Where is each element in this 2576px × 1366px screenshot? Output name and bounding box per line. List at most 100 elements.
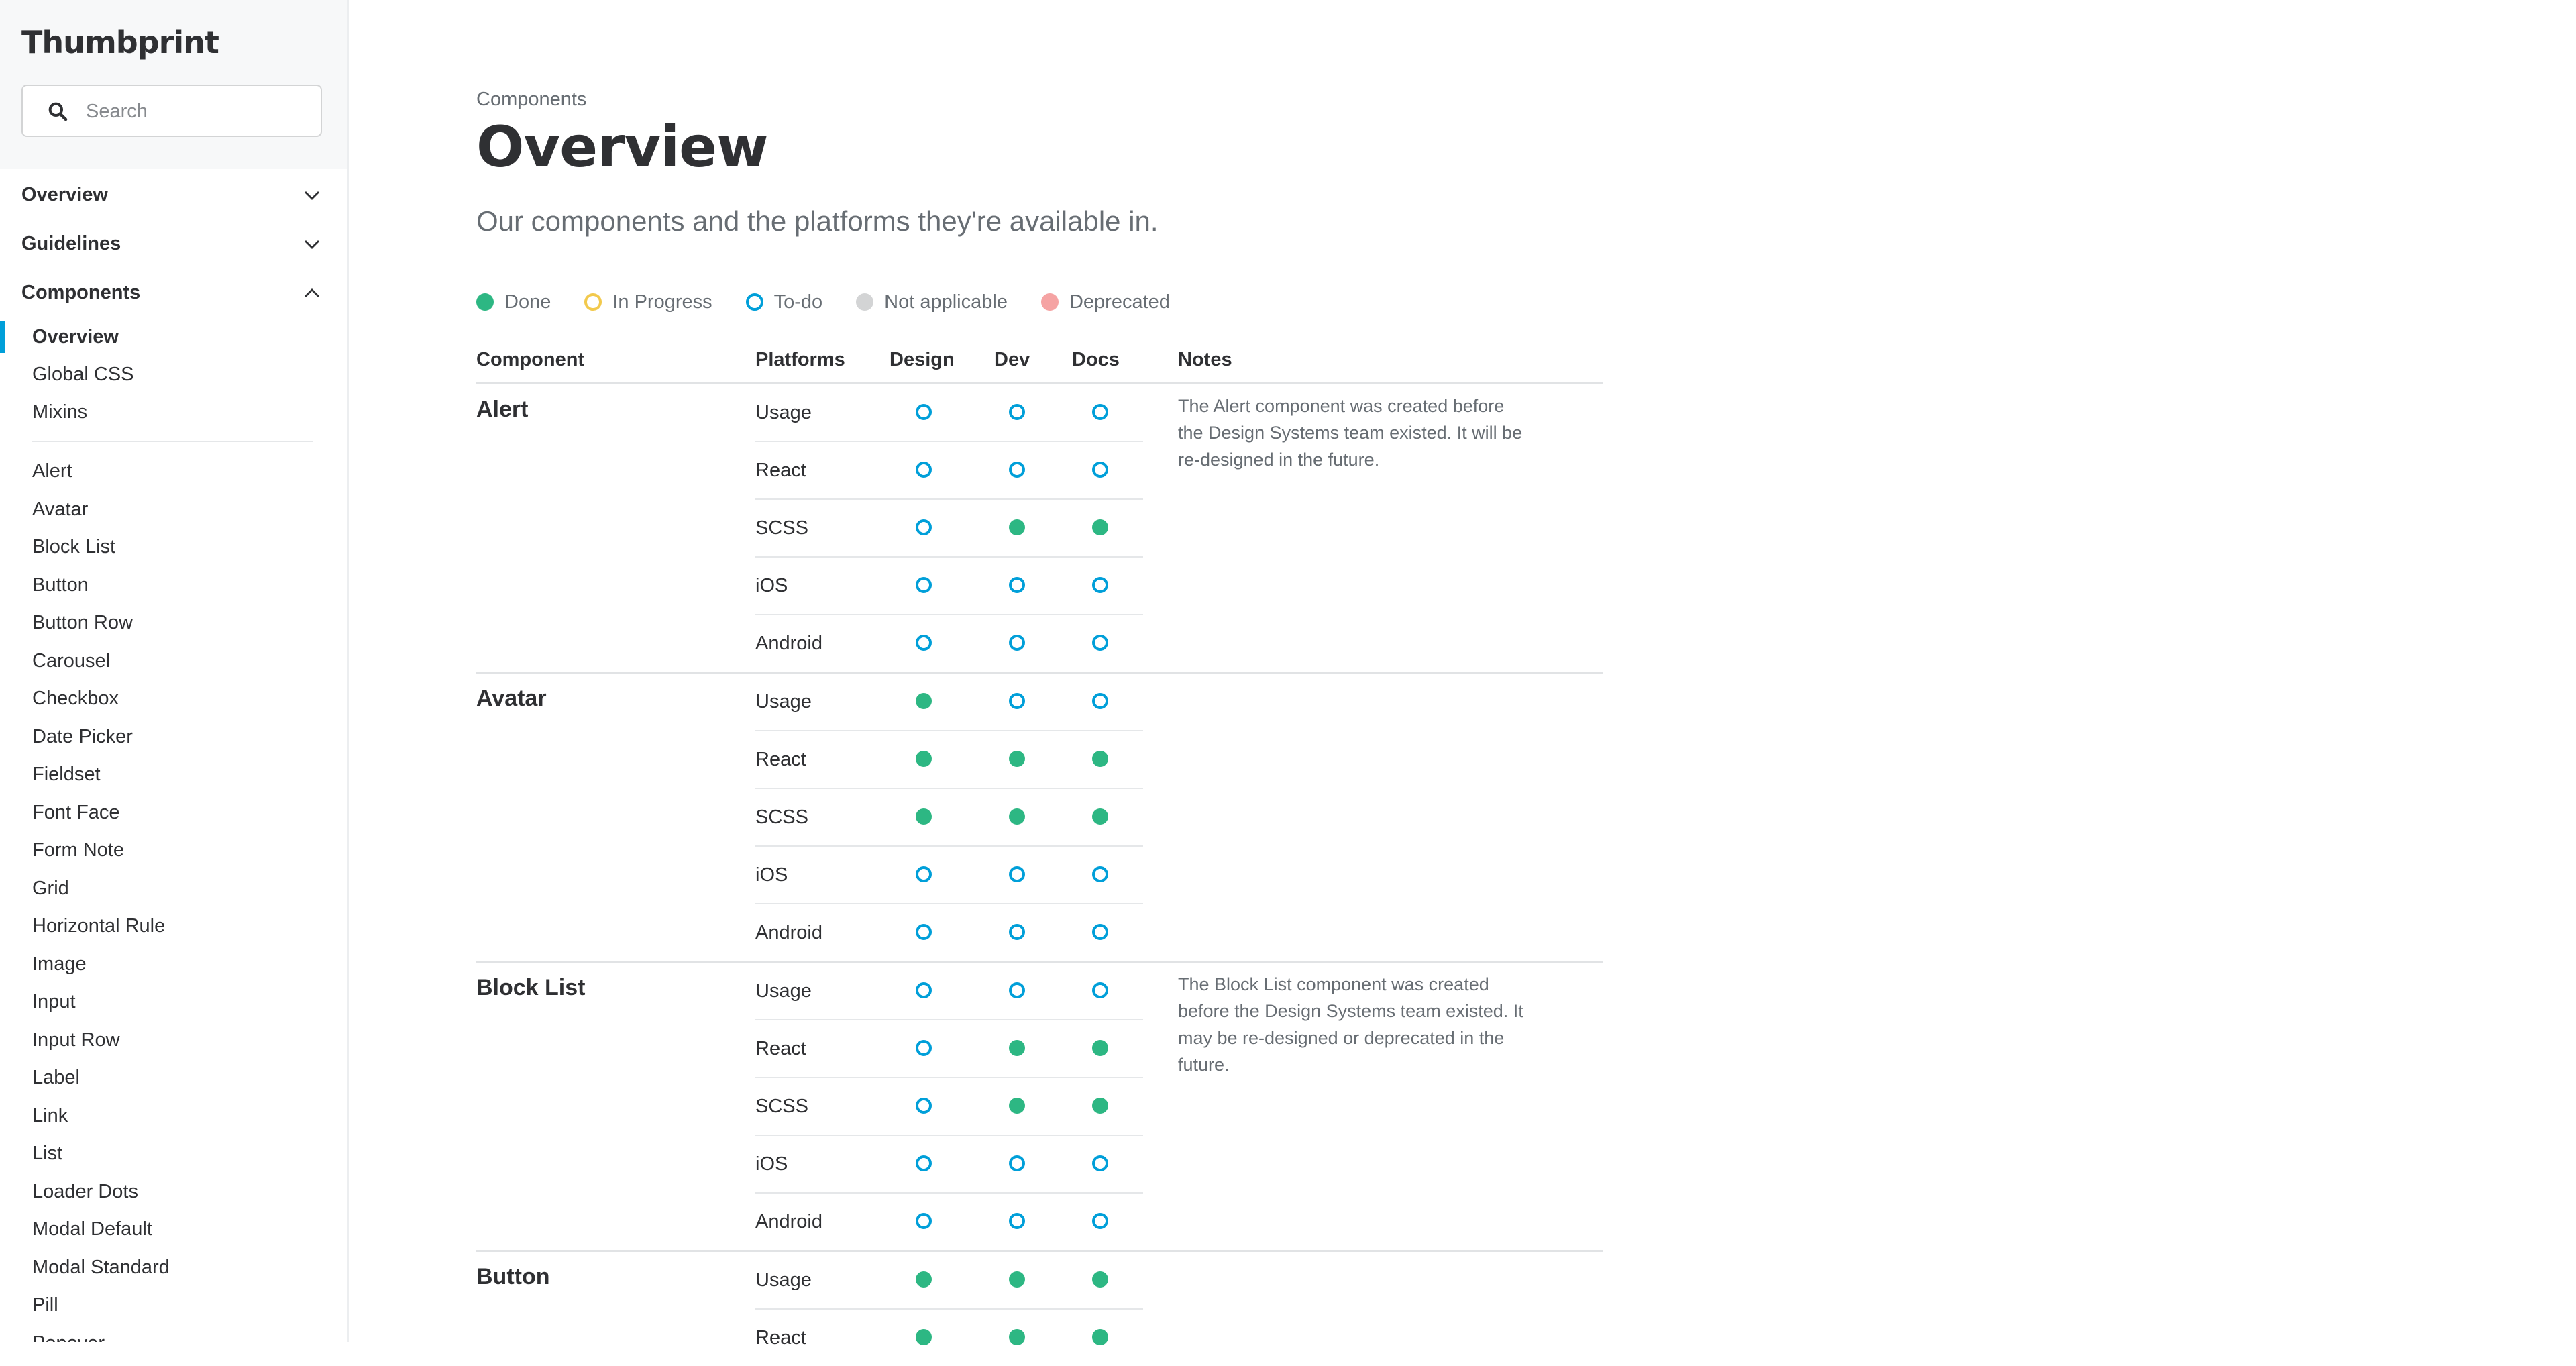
sidebar-item-pill[interactable]: Pill (32, 1290, 58, 1320)
table-row: Android (755, 904, 1143, 961)
table-row: SCSS (755, 789, 1143, 847)
nav-section-label: Overview (21, 184, 108, 205)
nav-section-overview[interactable]: Overview (0, 172, 347, 220)
table-row: React (755, 1020, 1143, 1078)
table-row: React (755, 1310, 1143, 1366)
platform-label: React (755, 1327, 806, 1349)
table-row: Usage (755, 1252, 1143, 1310)
sidebar-item-input[interactable]: Input (32, 987, 76, 1016)
nav-section-components[interactable]: Components (0, 270, 347, 318)
breadcrumb[interactable]: Components (476, 89, 586, 111)
logo[interactable]: Thumbprint (21, 24, 219, 60)
sidebar-item-alert[interactable]: Alert (32, 456, 72, 486)
sidebar-item-date-picker[interactable]: Date Picker (32, 722, 133, 751)
status-dot-done (1092, 1329, 1108, 1345)
sidebar-item-fieldset[interactable]: Fieldset (32, 759, 101, 789)
legend-item-deprecated: Deprecated (1040, 291, 1170, 313)
page-subtitle: Our components and the platforms they're… (476, 205, 1159, 237)
sidebar-item-label[interactable]: Label (32, 1063, 80, 1092)
table-row: iOS (755, 847, 1143, 904)
status-dot-todo (1092, 1155, 1108, 1171)
sidebar-item-mixins[interactable]: Mixins (32, 397, 87, 427)
sidebar-item-font-face[interactable]: Font Face (32, 798, 120, 827)
status-dot-todo (1009, 982, 1025, 998)
table-row: iOS (755, 558, 1143, 615)
status-dot-done (916, 751, 932, 767)
status-dot-todo (916, 924, 932, 940)
sidebar-item-horizontal-rule[interactable]: Horizontal Rule (32, 911, 165, 941)
sidebar-item-link[interactable]: Link (32, 1101, 68, 1131)
sidebar-item-list[interactable]: List (32, 1139, 62, 1168)
status-dot-done (476, 293, 494, 311)
status-dot-done (1009, 519, 1025, 535)
status-dot-done (1009, 1098, 1025, 1114)
status-dot-todo (1092, 924, 1108, 940)
status-dot-todo (1092, 404, 1108, 420)
sidebar-item-form-note[interactable]: Form Note (32, 835, 124, 865)
sidebar-item-modal-standard[interactable]: Modal Standard (32, 1253, 170, 1282)
component-group: Alert The Alert component was created bef… (476, 384, 1603, 674)
status-dot-todo (916, 1213, 932, 1229)
component-name[interactable]: Avatar (476, 686, 547, 712)
component-name[interactable]: Block List (476, 975, 585, 1001)
search-box[interactable] (21, 85, 322, 137)
legend-item-done: Done (476, 291, 551, 313)
sidebar-item-image[interactable]: Image (32, 949, 87, 979)
chevron-down-icon (305, 191, 319, 200)
table-row: SCSS (755, 1078, 1143, 1136)
table-body: Alert The Alert component was created bef… (476, 384, 1603, 1366)
status-dot-todo (916, 404, 932, 420)
platform-label: SCSS (755, 517, 808, 539)
sidebar-item-avatar[interactable]: Avatar (32, 494, 88, 524)
component-group: Block List The Block List component was c… (476, 963, 1603, 1252)
status-dot-todo (1092, 982, 1108, 998)
table-header: Component Platforms Design Dev Docs Note… (476, 345, 1603, 384)
sidebar-item-grid[interactable]: Grid (32, 874, 69, 903)
status-dot-todo (916, 1155, 932, 1171)
sidebar-item-carousel[interactable]: Carousel (32, 646, 110, 676)
status-dot-todo (1092, 462, 1108, 478)
table-row: Usage (755, 963, 1143, 1020)
sidebar-header: Thumbprint (0, 0, 347, 169)
status-dot-todo (1009, 1155, 1025, 1171)
legend-label: In Progress (612, 291, 712, 313)
column-header-docs: Docs (1072, 349, 1120, 370)
sidebar-item-checkbox[interactable]: Checkbox (32, 684, 119, 713)
status-dot-todo (1009, 577, 1025, 593)
column-header-component: Component (476, 349, 585, 370)
sidebar-item-modal-default[interactable]: Modal Default (32, 1214, 152, 1244)
status-dot-todo (1092, 635, 1108, 651)
sidebar-item-input-row[interactable]: Input Row (32, 1025, 120, 1055)
active-indicator (0, 321, 5, 353)
status-dot-done (1092, 808, 1108, 825)
status-dot-todo (1092, 866, 1108, 882)
sidebar-item-block-list[interactable]: Block List (32, 532, 115, 562)
status-dot-done (1009, 1040, 1025, 1056)
component-group: Button Usage React (476, 1252, 1603, 1366)
main-content: Components Overview Our components and t… (347, 0, 2576, 1349)
sidebar-item-overview[interactable]: Overview (32, 322, 119, 352)
component-name[interactable]: Alert (476, 397, 528, 423)
status-dot-done (916, 808, 932, 825)
sidebar-item-loader-dots[interactable]: Loader Dots (32, 1177, 138, 1206)
status-dot-todo (1009, 635, 1025, 651)
component-note: The Block List component was created bef… (1178, 974, 1523, 1075)
table-row: iOS (755, 1136, 1143, 1194)
column-header-design: Design (890, 349, 955, 370)
status-dot-todo (916, 462, 932, 478)
status-dot-done (1092, 1271, 1108, 1288)
status-dot-todo (1009, 866, 1025, 882)
nav-section-label: Components (21, 282, 141, 303)
component-group: Avatar Usage React SCSS iOS Android (476, 674, 1603, 963)
status-dot-done (1009, 1271, 1025, 1288)
page-title: Overview (476, 114, 769, 180)
component-name[interactable]: Button (476, 1264, 550, 1290)
table-row: SCSS (755, 500, 1143, 558)
status-dot-done (916, 693, 932, 709)
sidebar-item-button[interactable]: Button (32, 570, 89, 600)
nav-section-guidelines[interactable]: Guidelines (0, 221, 347, 269)
search-input[interactable] (85, 95, 315, 127)
sidebar-item-global-css[interactable]: Global CSS (32, 360, 134, 389)
sidebar-item-popover[interactable]: Popover (32, 1328, 105, 1343)
sidebar-item-button-row[interactable]: Button Row (32, 608, 133, 637)
